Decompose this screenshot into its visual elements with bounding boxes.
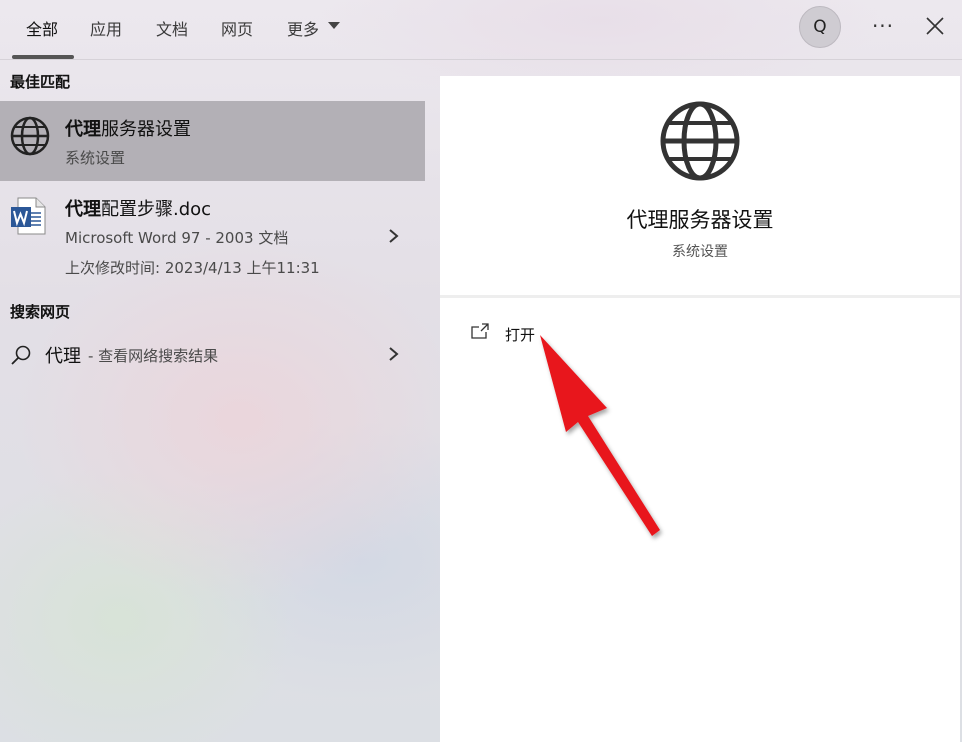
tab-all[interactable]: 全部	[26, 16, 58, 40]
web-search-result[interactable]: 代理 - 查看网络搜索结果	[0, 336, 425, 374]
detail-panel: 代理服务器设置 系统设置 打开	[440, 76, 960, 742]
more-options-button[interactable]: ···	[870, 14, 896, 38]
close-icon[interactable]	[924, 15, 946, 37]
web-search-heading: 搜索网页	[10, 303, 71, 321]
globe-icon	[10, 116, 50, 156]
word-doc-icon	[11, 197, 46, 235]
chevron-right-icon[interactable]	[386, 228, 400, 244]
globe-icon	[660, 101, 740, 181]
chevron-right-icon[interactable]	[386, 346, 400, 362]
open-external-icon	[471, 323, 489, 339]
web-search-query: 代理	[45, 346, 81, 367]
tab-documents[interactable]: 文档	[156, 16, 188, 40]
document-modified: 上次修改时间: 2023/4/13 上午11:31	[65, 259, 320, 277]
document-title: 代理配置步骤.doc	[65, 195, 211, 221]
result-title-rest: 服务器设置	[101, 119, 191, 140]
detail-header: 代理服务器设置 系统设置	[440, 76, 960, 298]
detail-title: 代理服务器设置	[626, 208, 774, 232]
search-icon	[11, 345, 31, 365]
detail-subtitle: 系统设置	[672, 244, 728, 260]
search-filter-bar: 全部 应用 文档 网页 更多 Q ···	[0, 0, 962, 60]
web-search-description: - 查看网络搜索结果	[88, 347, 219, 365]
document-result[interactable]: 代理配置步骤.doc Microsoft Word 97 - 2003 文档 上…	[0, 181, 425, 281]
annotation-arrow-icon	[540, 335, 660, 536]
active-tab-indicator	[12, 55, 74, 59]
best-match-heading: 最佳匹配	[10, 73, 71, 91]
open-action[interactable]: 打开	[440, 316, 960, 352]
tab-more[interactable]: 更多	[287, 16, 319, 40]
result-title: 代理服务器设置	[65, 115, 191, 141]
document-title-rest: 配置步骤.doc	[101, 199, 212, 220]
chevron-down-icon[interactable]	[328, 22, 340, 29]
result-title-highlight: 代理	[65, 119, 101, 140]
result-subtitle: 系统设置	[65, 149, 126, 167]
tab-apps[interactable]: 应用	[90, 16, 122, 40]
tab-web[interactable]: 网页	[221, 16, 253, 40]
document-title-highlight: 代理	[65, 199, 101, 220]
document-app: Microsoft Word 97 - 2003 文档	[65, 229, 289, 247]
account-avatar[interactable]: Q	[799, 6, 841, 48]
best-match-result[interactable]: 代理服务器设置 系统设置	[0, 101, 425, 181]
